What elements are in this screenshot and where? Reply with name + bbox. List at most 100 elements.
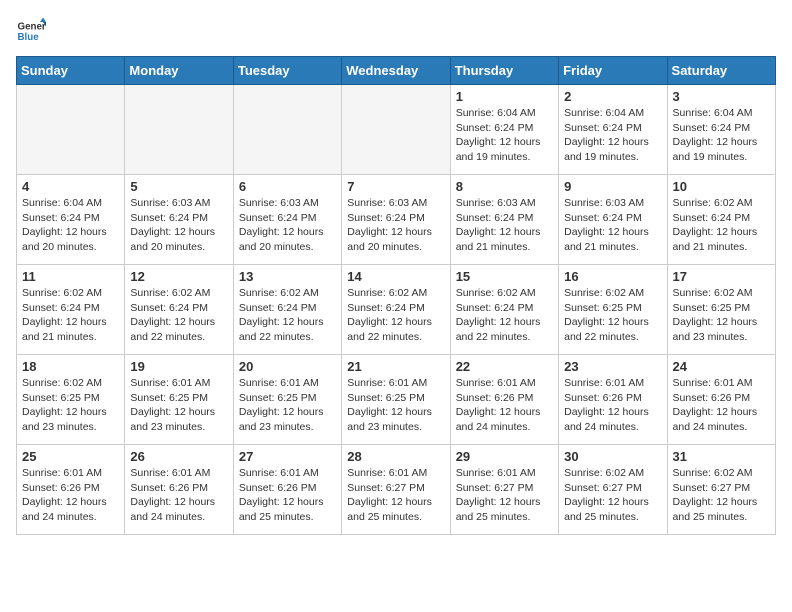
day-cell: 18 Sunrise: 6:02 AMSunset: 6:25 PMDayligh… bbox=[17, 355, 125, 445]
day-number: 15 bbox=[456, 269, 553, 284]
day-detail: Sunrise: 6:02 AMSunset: 6:25 PMDaylight:… bbox=[22, 376, 119, 435]
day-detail: Sunrise: 6:03 AMSunset: 6:24 PMDaylight:… bbox=[130, 196, 227, 255]
day-detail: Sunrise: 6:01 AMSunset: 6:26 PMDaylight:… bbox=[456, 376, 553, 435]
day-cell bbox=[233, 85, 341, 175]
day-number: 24 bbox=[673, 359, 770, 374]
day-number: 13 bbox=[239, 269, 336, 284]
day-detail: Sunrise: 6:01 AMSunset: 6:26 PMDaylight:… bbox=[130, 466, 227, 525]
day-number: 3 bbox=[673, 89, 770, 104]
svg-text:General: General bbox=[18, 22, 47, 33]
day-cell: 20 Sunrise: 6:01 AMSunset: 6:25 PMDayligh… bbox=[233, 355, 341, 445]
header: General Blue bbox=[16, 16, 776, 46]
day-cell: 27 Sunrise: 6:01 AMSunset: 6:26 PMDayligh… bbox=[233, 445, 341, 535]
day-cell: 17Sunrise: 6:02 AMSunset: 6:25 PMDayligh… bbox=[667, 265, 775, 355]
day-cell: 6Sunrise: 6:03 AMSunset: 6:24 PMDaylight… bbox=[233, 175, 341, 265]
day-cell: 25 Sunrise: 6:01 AMSunset: 6:26 PMDayligh… bbox=[17, 445, 125, 535]
weekday-header-sunday: Sunday bbox=[17, 57, 125, 85]
week-row-5: 25 Sunrise: 6:01 AMSunset: 6:26 PMDayligh… bbox=[17, 445, 776, 535]
day-detail: Sunrise: 6:01 AMSunset: 6:25 PMDaylight:… bbox=[130, 376, 227, 435]
day-number: 16 bbox=[564, 269, 661, 284]
day-cell: 31Sunrise: 6:02 AMSunset: 6:27 PMDayligh… bbox=[667, 445, 775, 535]
day-cell: 15 Sunrise: 6:02 AMSunset: 6:24 PMDayligh… bbox=[450, 265, 558, 355]
day-detail: Sunrise: 6:03 AMSunset: 6:24 PMDaylight:… bbox=[347, 196, 444, 255]
day-number: 23 bbox=[564, 359, 661, 374]
day-detail: Sunrise: 6:01 AMSunset: 6:26 PMDaylight:… bbox=[239, 466, 336, 525]
day-cell: 12 Sunrise: 6:02 AMSunset: 6:24 PMDayligh… bbox=[125, 265, 233, 355]
weekday-header-tuesday: Tuesday bbox=[233, 57, 341, 85]
day-number: 29 bbox=[456, 449, 553, 464]
day-number: 9 bbox=[564, 179, 661, 194]
day-cell bbox=[125, 85, 233, 175]
day-detail: Sunrise: 6:01 AMSunset: 6:25 PMDaylight:… bbox=[239, 376, 336, 435]
day-number: 12 bbox=[130, 269, 227, 284]
svg-text:Blue: Blue bbox=[18, 32, 40, 43]
day-number: 18 bbox=[22, 359, 119, 374]
day-cell: 16 Sunrise: 6:02 AMSunset: 6:25 PMDayligh… bbox=[559, 265, 667, 355]
day-number: 26 bbox=[130, 449, 227, 464]
day-detail: Sunrise: 6:02 AMSunset: 6:25 PMDaylight:… bbox=[673, 286, 770, 345]
day-detail: Sunrise: 6:02 AMSunset: 6:25 PMDaylight:… bbox=[564, 286, 661, 345]
day-number: 5 bbox=[130, 179, 227, 194]
week-row-3: 11 Sunrise: 6:02 AMSunset: 6:24 PMDayligh… bbox=[17, 265, 776, 355]
day-detail: Sunrise: 6:03 AMSunset: 6:24 PMDaylight:… bbox=[239, 196, 336, 255]
day-detail: Sunrise: 6:02 AMSunset: 6:24 PMDaylight:… bbox=[130, 286, 227, 345]
day-detail: Sunrise: 6:02 AMSunset: 6:27 PMDaylight:… bbox=[673, 466, 770, 525]
day-detail: Sunrise: 6:04 AMSunset: 6:24 PMDaylight:… bbox=[564, 106, 661, 165]
day-cell bbox=[17, 85, 125, 175]
day-detail: Sunrise: 6:01 AMSunset: 6:26 PMDaylight:… bbox=[673, 376, 770, 435]
day-detail: Sunrise: 6:04 AMSunset: 6:24 PMDaylight:… bbox=[456, 106, 553, 165]
day-detail: Sunrise: 6:03 AMSunset: 6:24 PMDaylight:… bbox=[564, 196, 661, 255]
day-number: 11 bbox=[22, 269, 119, 284]
day-detail: Sunrise: 6:03 AMSunset: 6:24 PMDaylight:… bbox=[456, 196, 553, 255]
day-number: 25 bbox=[22, 449, 119, 464]
day-number: 28 bbox=[347, 449, 444, 464]
day-cell: 13Sunrise: 6:02 AMSunset: 6:24 PMDayligh… bbox=[233, 265, 341, 355]
weekday-header-monday: Monday bbox=[125, 57, 233, 85]
day-cell: 3 Sunrise: 6:04 AMSunset: 6:24 PMDaylight… bbox=[667, 85, 775, 175]
day-cell: 26 Sunrise: 6:01 AMSunset: 6:26 PMDayligh… bbox=[125, 445, 233, 535]
weekday-header-friday: Friday bbox=[559, 57, 667, 85]
day-cell: 8 Sunrise: 6:03 AMSunset: 6:24 PMDaylight… bbox=[450, 175, 558, 265]
day-number: 19 bbox=[130, 359, 227, 374]
day-number: 20 bbox=[239, 359, 336, 374]
day-detail: Sunrise: 6:02 AMSunset: 6:27 PMDaylight:… bbox=[564, 466, 661, 525]
weekday-header-thursday: Thursday bbox=[450, 57, 558, 85]
day-cell: 19 Sunrise: 6:01 AMSunset: 6:25 PMDayligh… bbox=[125, 355, 233, 445]
day-cell: 21 Sunrise: 6:01 AMSunset: 6:25 PMDayligh… bbox=[342, 355, 450, 445]
day-detail: Sunrise: 6:01 AMSunset: 6:25 PMDaylight:… bbox=[347, 376, 444, 435]
day-cell: 29Sunrise: 6:01 AMSunset: 6:27 PMDayligh… bbox=[450, 445, 558, 535]
day-detail: Sunrise: 6:02 AMSunset: 6:24 PMDaylight:… bbox=[22, 286, 119, 345]
day-detail: Sunrise: 6:02 AMSunset: 6:24 PMDaylight:… bbox=[673, 196, 770, 255]
day-number: 1 bbox=[456, 89, 553, 104]
day-detail: Sunrise: 6:01 AMSunset: 6:27 PMDaylight:… bbox=[347, 466, 444, 525]
calendar-table: SundayMondayTuesdayWednesdayThursdayFrid… bbox=[16, 56, 776, 535]
day-detail: Sunrise: 6:04 AMSunset: 6:24 PMDaylight:… bbox=[22, 196, 119, 255]
day-cell bbox=[342, 85, 450, 175]
week-row-1: 1 Sunrise: 6:04 AMSunset: 6:24 PMDaylight… bbox=[17, 85, 776, 175]
day-detail: Sunrise: 6:01 AMSunset: 6:26 PMDaylight:… bbox=[564, 376, 661, 435]
day-cell: 14Sunrise: 6:02 AMSunset: 6:24 PMDayligh… bbox=[342, 265, 450, 355]
day-detail: Sunrise: 6:01 AMSunset: 6:26 PMDaylight:… bbox=[22, 466, 119, 525]
day-number: 8 bbox=[456, 179, 553, 194]
day-detail: Sunrise: 6:02 AMSunset: 6:24 PMDaylight:… bbox=[347, 286, 444, 345]
day-cell: 10 Sunrise: 6:02 AMSunset: 6:24 PMDayligh… bbox=[667, 175, 775, 265]
day-cell: 2 Sunrise: 6:04 AMSunset: 6:24 PMDaylight… bbox=[559, 85, 667, 175]
weekday-header-row: SundayMondayTuesdayWednesdayThursdayFrid… bbox=[17, 57, 776, 85]
day-cell: 11 Sunrise: 6:02 AMSunset: 6:24 PMDayligh… bbox=[17, 265, 125, 355]
day-number: 10 bbox=[673, 179, 770, 194]
day-number: 2 bbox=[564, 89, 661, 104]
day-number: 27 bbox=[239, 449, 336, 464]
week-row-2: 4Sunrise: 6:04 AMSunset: 6:24 PMDaylight… bbox=[17, 175, 776, 265]
day-cell: 24 Sunrise: 6:01 AMSunset: 6:26 PMDayligh… bbox=[667, 355, 775, 445]
day-cell: 5 Sunrise: 6:03 AMSunset: 6:24 PMDaylight… bbox=[125, 175, 233, 265]
day-detail: Sunrise: 6:02 AMSunset: 6:24 PMDaylight:… bbox=[456, 286, 553, 345]
day-number: 7 bbox=[347, 179, 444, 194]
day-number: 21 bbox=[347, 359, 444, 374]
day-cell: 23 Sunrise: 6:01 AMSunset: 6:26 PMDayligh… bbox=[559, 355, 667, 445]
day-cell: 22Sunrise: 6:01 AMSunset: 6:26 PMDayligh… bbox=[450, 355, 558, 445]
day-cell: 1 Sunrise: 6:04 AMSunset: 6:24 PMDaylight… bbox=[450, 85, 558, 175]
day-detail: Sunrise: 6:04 AMSunset: 6:24 PMDaylight:… bbox=[673, 106, 770, 165]
day-number: 30 bbox=[564, 449, 661, 464]
day-cell: 7 Sunrise: 6:03 AMSunset: 6:24 PMDaylight… bbox=[342, 175, 450, 265]
day-cell: 4Sunrise: 6:04 AMSunset: 6:24 PMDaylight… bbox=[17, 175, 125, 265]
